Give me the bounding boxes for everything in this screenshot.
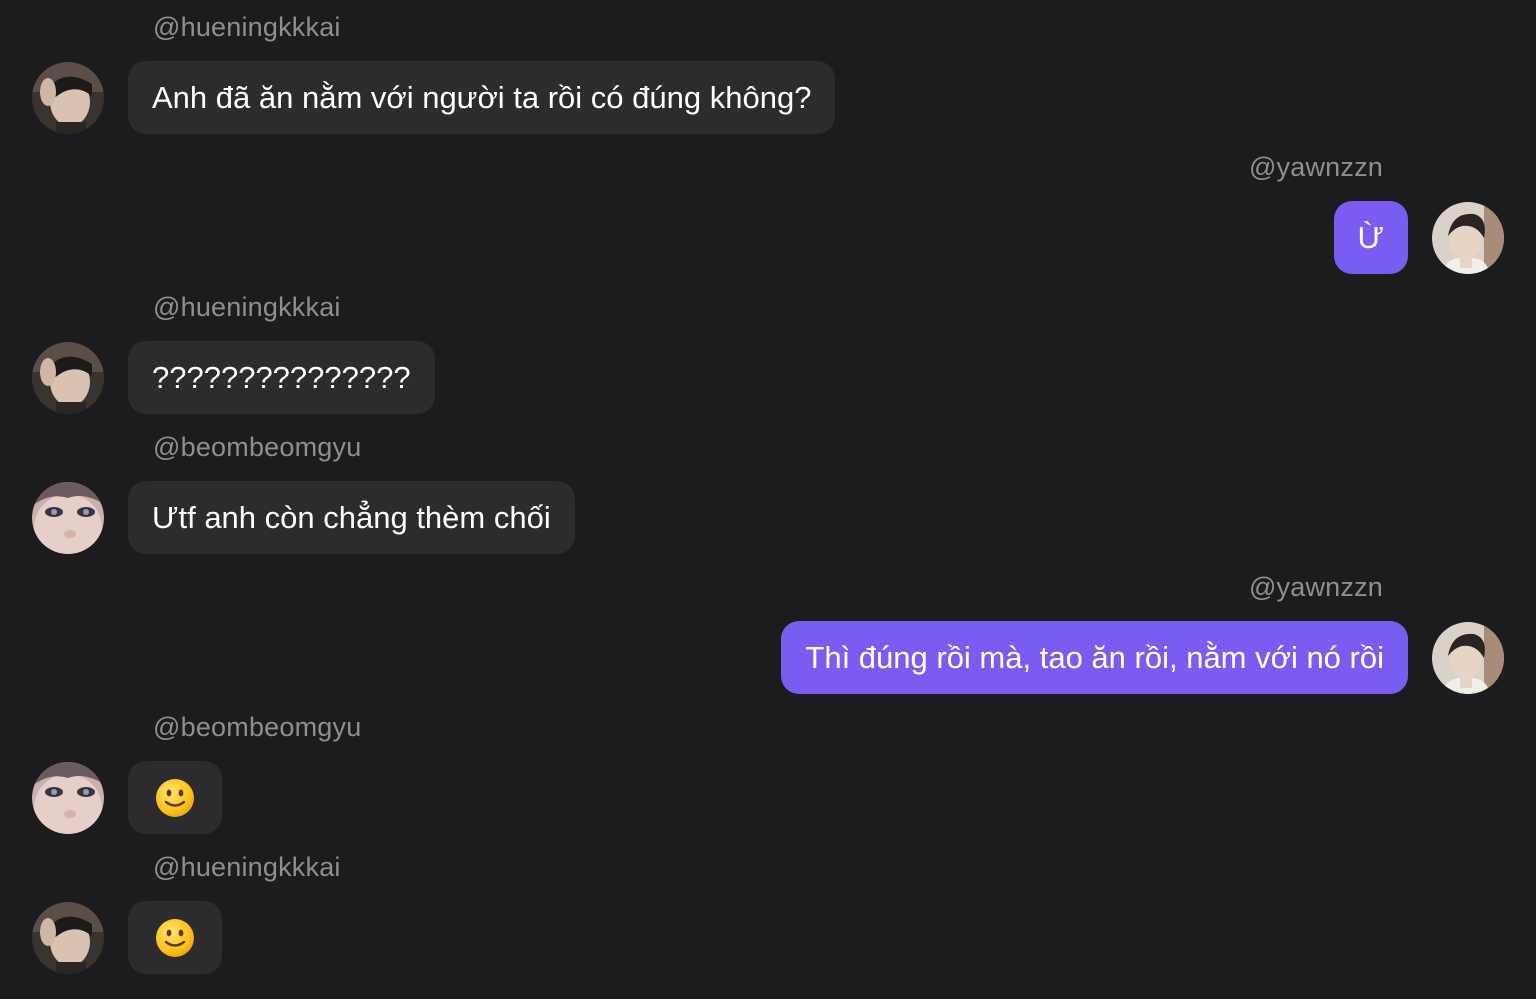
avatar-beomgyu-icon[interactable] <box>32 482 104 554</box>
avatar-yawnzzn-icon[interactable] <box>1432 202 1504 274</box>
message-bubble[interactable]: Anh đã ăn nằm với người ta rồi có đúng k… <box>128 61 836 134</box>
message-username[interactable]: @hueningkkkai <box>153 290 341 324</box>
slightly-smiling-face-icon <box>156 778 194 817</box>
message-bubble[interactable]: Ừ <box>1333 201 1408 274</box>
message-username[interactable]: @beombeomgyu <box>153 710 361 744</box>
message-row: @yawnzzn Thì đúng rồi mà, tao ăn rồi, nằ… <box>0 570 1536 710</box>
message-username[interactable]: @yawnzzn <box>1249 150 1383 184</box>
avatar-hueningkai-icon[interactable] <box>32 342 104 414</box>
message-bubble[interactable] <box>128 901 222 974</box>
message-username[interactable]: @hueningkkkai <box>153 10 341 44</box>
message-row: @yawnzzn Ừ <box>0 150 1536 290</box>
avatar-yawnzzn-icon[interactable] <box>1432 622 1504 694</box>
avatar-hueningkai-icon[interactable] <box>32 62 104 134</box>
avatar-beomgyu-icon[interactable] <box>32 762 104 834</box>
message-row: @hueningkkkai Anh đã ăn nằm với người ta… <box>0 10 1536 150</box>
message-username[interactable]: @beombeomgyu <box>153 430 361 464</box>
message-username[interactable]: @hueningkkkai <box>153 850 341 884</box>
message-bubble[interactable] <box>128 761 222 834</box>
message-row: @hueningkkkai ??????????????? <box>0 290 1536 430</box>
message-username[interactable]: @yawnzzn <box>1249 570 1383 604</box>
message-bubble[interactable]: Ưtf anh còn chẳng thèm chối <box>128 481 575 554</box>
message-bubble[interactable]: ??????????????? <box>128 341 435 414</box>
slightly-smiling-face-icon <box>156 918 194 957</box>
avatar-hueningkai-icon[interactable] <box>32 902 104 974</box>
message-row: @beombeomgyu Ưtf anh còn chẳng thèm chối <box>0 430 1536 570</box>
message-bubble[interactable]: Thì đúng rồi mà, tao ăn rồi, nằm với nó … <box>781 621 1408 694</box>
message-row: @hueningkkkai <box>0 850 1536 990</box>
message-row: @beombeomgyu <box>0 710 1536 850</box>
